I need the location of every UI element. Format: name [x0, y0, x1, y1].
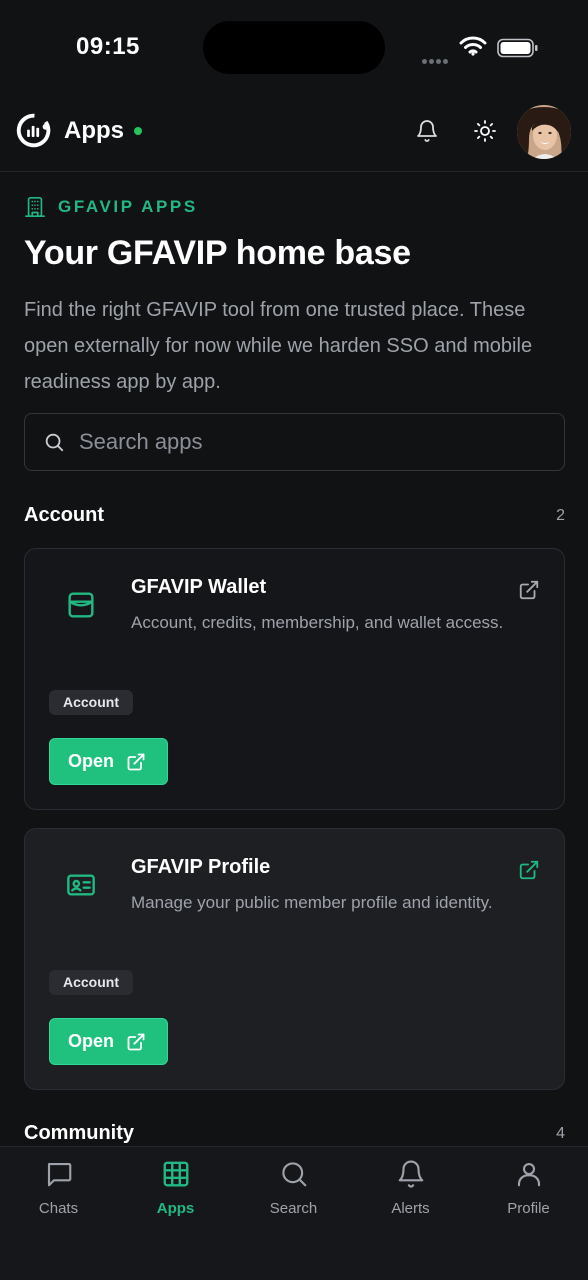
nav-item-apps[interactable]: Apps [117, 1147, 234, 1237]
section-header-community: Community 4 [24, 1122, 565, 1145]
app-header: Apps [0, 96, 588, 172]
app-description: Account, credits, membership, and wallet… [131, 613, 504, 632]
apps-grid-icon [163, 1161, 188, 1187]
section-title: Account [24, 504, 104, 526]
apps-screen: 09:15 Apps GFAVIP APPS Your GFAVIP home … [0, 0, 588, 1280]
theme-toggle-button[interactable] [470, 116, 500, 146]
nav-label: Profile [507, 1200, 550, 1217]
dynamic-island [203, 21, 385, 74]
gfavip-logo-icon[interactable] [16, 112, 53, 149]
online-status-dot [134, 127, 142, 135]
category-tag: Account [49, 970, 133, 995]
building-icon [25, 197, 45, 217]
search-icon [281, 1162, 306, 1187]
id-card-icon [67, 874, 95, 896]
section-title: Community [24, 1122, 134, 1144]
external-link-icon[interactable] [518, 579, 540, 601]
section-kicker: GFAVIP APPS [24, 196, 198, 218]
bell-icon [417, 120, 437, 142]
status-bar: 09:15 [0, 0, 588, 96]
nav-label: Apps [156, 1200, 195, 1217]
page-title: Your GFAVIP home base [24, 234, 411, 272]
category-tag: Account [49, 690, 133, 715]
open-profile-button[interactable]: Open [49, 1018, 168, 1065]
app-name: GFAVIP Wallet [131, 576, 267, 598]
wallet-icon [68, 592, 94, 618]
app-name: GFAVIP Profile [131, 856, 271, 878]
search-box[interactable] [24, 413, 565, 471]
status-time: 09:15 [76, 33, 140, 60]
kicker-label: GFAVIP APPS [58, 197, 198, 216]
open-button-label: Open [68, 1031, 115, 1051]
app-card-profile[interactable]: GFAVIP Profile Manage your public member… [24, 828, 565, 1090]
open-wallet-button[interactable]: Open [49, 738, 168, 785]
nav-label: Search [269, 1200, 318, 1217]
notifications-button[interactable] [412, 116, 442, 146]
sun-icon [474, 120, 496, 142]
section-count: 4 [556, 1124, 565, 1142]
nav-item-alerts[interactable]: Alerts [352, 1147, 469, 1237]
nav-item-chats[interactable]: Chats [0, 1147, 117, 1237]
app-card-wallet[interactable]: GFAVIP Wallet Account, credits, membersh… [24, 548, 565, 810]
user-icon [517, 1162, 540, 1187]
nav-item-search[interactable]: Search [235, 1147, 352, 1237]
user-avatar[interactable] [517, 105, 571, 159]
section-header-account: Account 2 [24, 504, 565, 527]
nav-item-profile[interactable]: Profile [470, 1147, 587, 1237]
bottom-nav: Chats Apps Search Alerts Profile [0, 1146, 588, 1280]
external-link-icon[interactable] [518, 859, 540, 881]
nav-label: Chats [38, 1200, 79, 1217]
page-description: Find the right GFAVIP tool from one trus… [24, 299, 533, 393]
header-title: Apps [64, 117, 124, 144]
external-link-icon [127, 1033, 145, 1050]
wifi-icon [459, 36, 487, 56]
cellular-signal-icon [422, 51, 452, 64]
open-button-label: Open [68, 751, 115, 771]
battery-icon [497, 38, 538, 58]
bell-icon [398, 1160, 423, 1188]
section-count: 2 [556, 506, 565, 524]
search-input[interactable] [79, 414, 549, 470]
chat-icon [47, 1162, 71, 1187]
external-link-icon [127, 753, 145, 770]
search-icon [45, 433, 64, 452]
nav-label: Alerts [391, 1200, 430, 1217]
app-description: Manage your public member profile and id… [131, 893, 493, 912]
main-content[interactable]: GFAVIP APPS Your GFAVIP home base Find t… [0, 172, 588, 1146]
